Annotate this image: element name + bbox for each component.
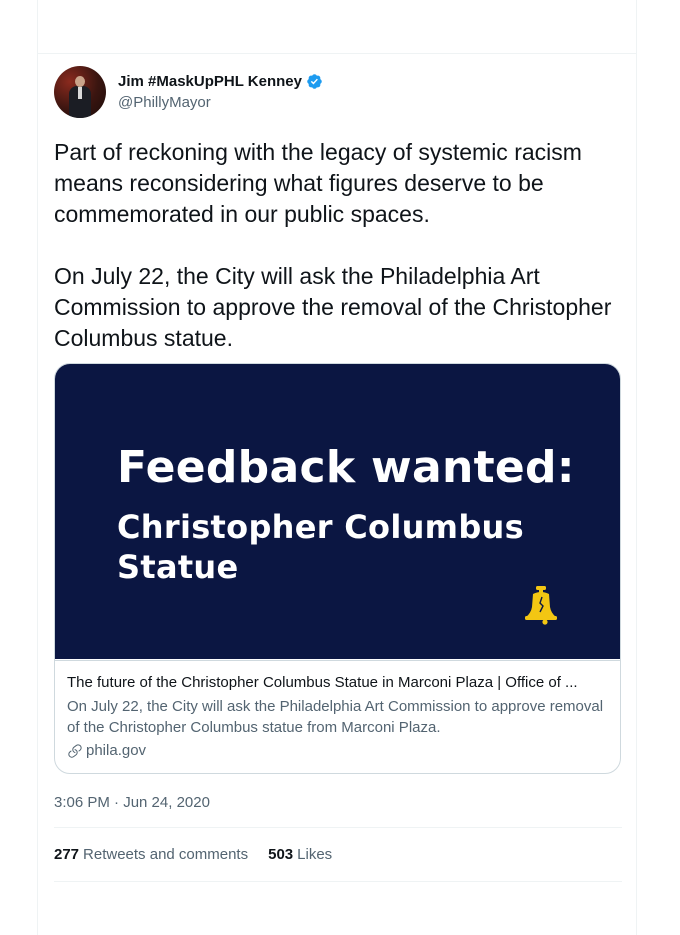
link-domain[interactable]: phila.gov bbox=[86, 741, 146, 761]
link-icon bbox=[67, 743, 83, 759]
avatar[interactable] bbox=[54, 66, 106, 118]
divider-top bbox=[54, 827, 622, 828]
author-names: Jim #MaskUpPHL Kenney @PhillyMayor bbox=[118, 72, 323, 113]
link-preview-image[interactable]: Feedback wanted: Christopher Columbus St… bbox=[55, 364, 620, 659]
retweets-stat[interactable]: 277 Retweets and comments bbox=[54, 845, 248, 865]
top-strip bbox=[38, 0, 636, 54]
tweet-header: Jim #MaskUpPHL Kenney @PhillyMayor bbox=[54, 66, 323, 118]
name-row: Jim #MaskUpPHL Kenney bbox=[118, 72, 323, 92]
user-handle[interactable]: @PhillyMayor bbox=[118, 93, 323, 113]
retweets-label: Retweets and comments bbox=[83, 846, 249, 863]
link-description: On July 22, the City will ask the Philad… bbox=[67, 698, 604, 736]
likes-stat[interactable]: 503 Likes bbox=[268, 845, 332, 865]
likes-count: 503 bbox=[268, 846, 294, 863]
tweet-text: Part of reckoning with the legacy of sys… bbox=[54, 137, 624, 354]
image-subtitle: Christopher Columbus Statue bbox=[117, 508, 524, 586]
link-title[interactable]: The future of the Christopher Columbus S… bbox=[67, 673, 608, 693]
link-domain-row: phila.gov bbox=[67, 741, 608, 761]
divider-bottom bbox=[54, 881, 622, 882]
verified-badge-icon bbox=[306, 73, 323, 90]
display-name[interactable]: Jim #MaskUpPHL Kenney bbox=[118, 72, 302, 92]
tweet-stats: 277 Retweets and comments 503 Likes bbox=[54, 845, 352, 865]
link-preview-meta: The future of the Christopher Columbus S… bbox=[55, 660, 620, 761]
tweet-card: Jim #MaskUpPHL Kenney @PhillyMayor Part … bbox=[37, 0, 637, 935]
tweet-paragraph-2: On July 22, the City will ask the Philad… bbox=[54, 263, 612, 351]
link-preview-card[interactable]: Feedback wanted: Christopher Columbus St… bbox=[54, 363, 621, 774]
image-title: Feedback wanted: bbox=[117, 442, 575, 493]
retweets-count: 277 bbox=[54, 846, 80, 863]
likes-label: Likes bbox=[297, 846, 333, 863]
liberty-bell-icon bbox=[523, 585, 559, 625]
tweet-timestamp[interactable]: 3:06 PM · Jun 24, 2020 bbox=[54, 793, 210, 813]
tweet-paragraph-1: Part of reckoning with the legacy of sys… bbox=[54, 139, 582, 227]
